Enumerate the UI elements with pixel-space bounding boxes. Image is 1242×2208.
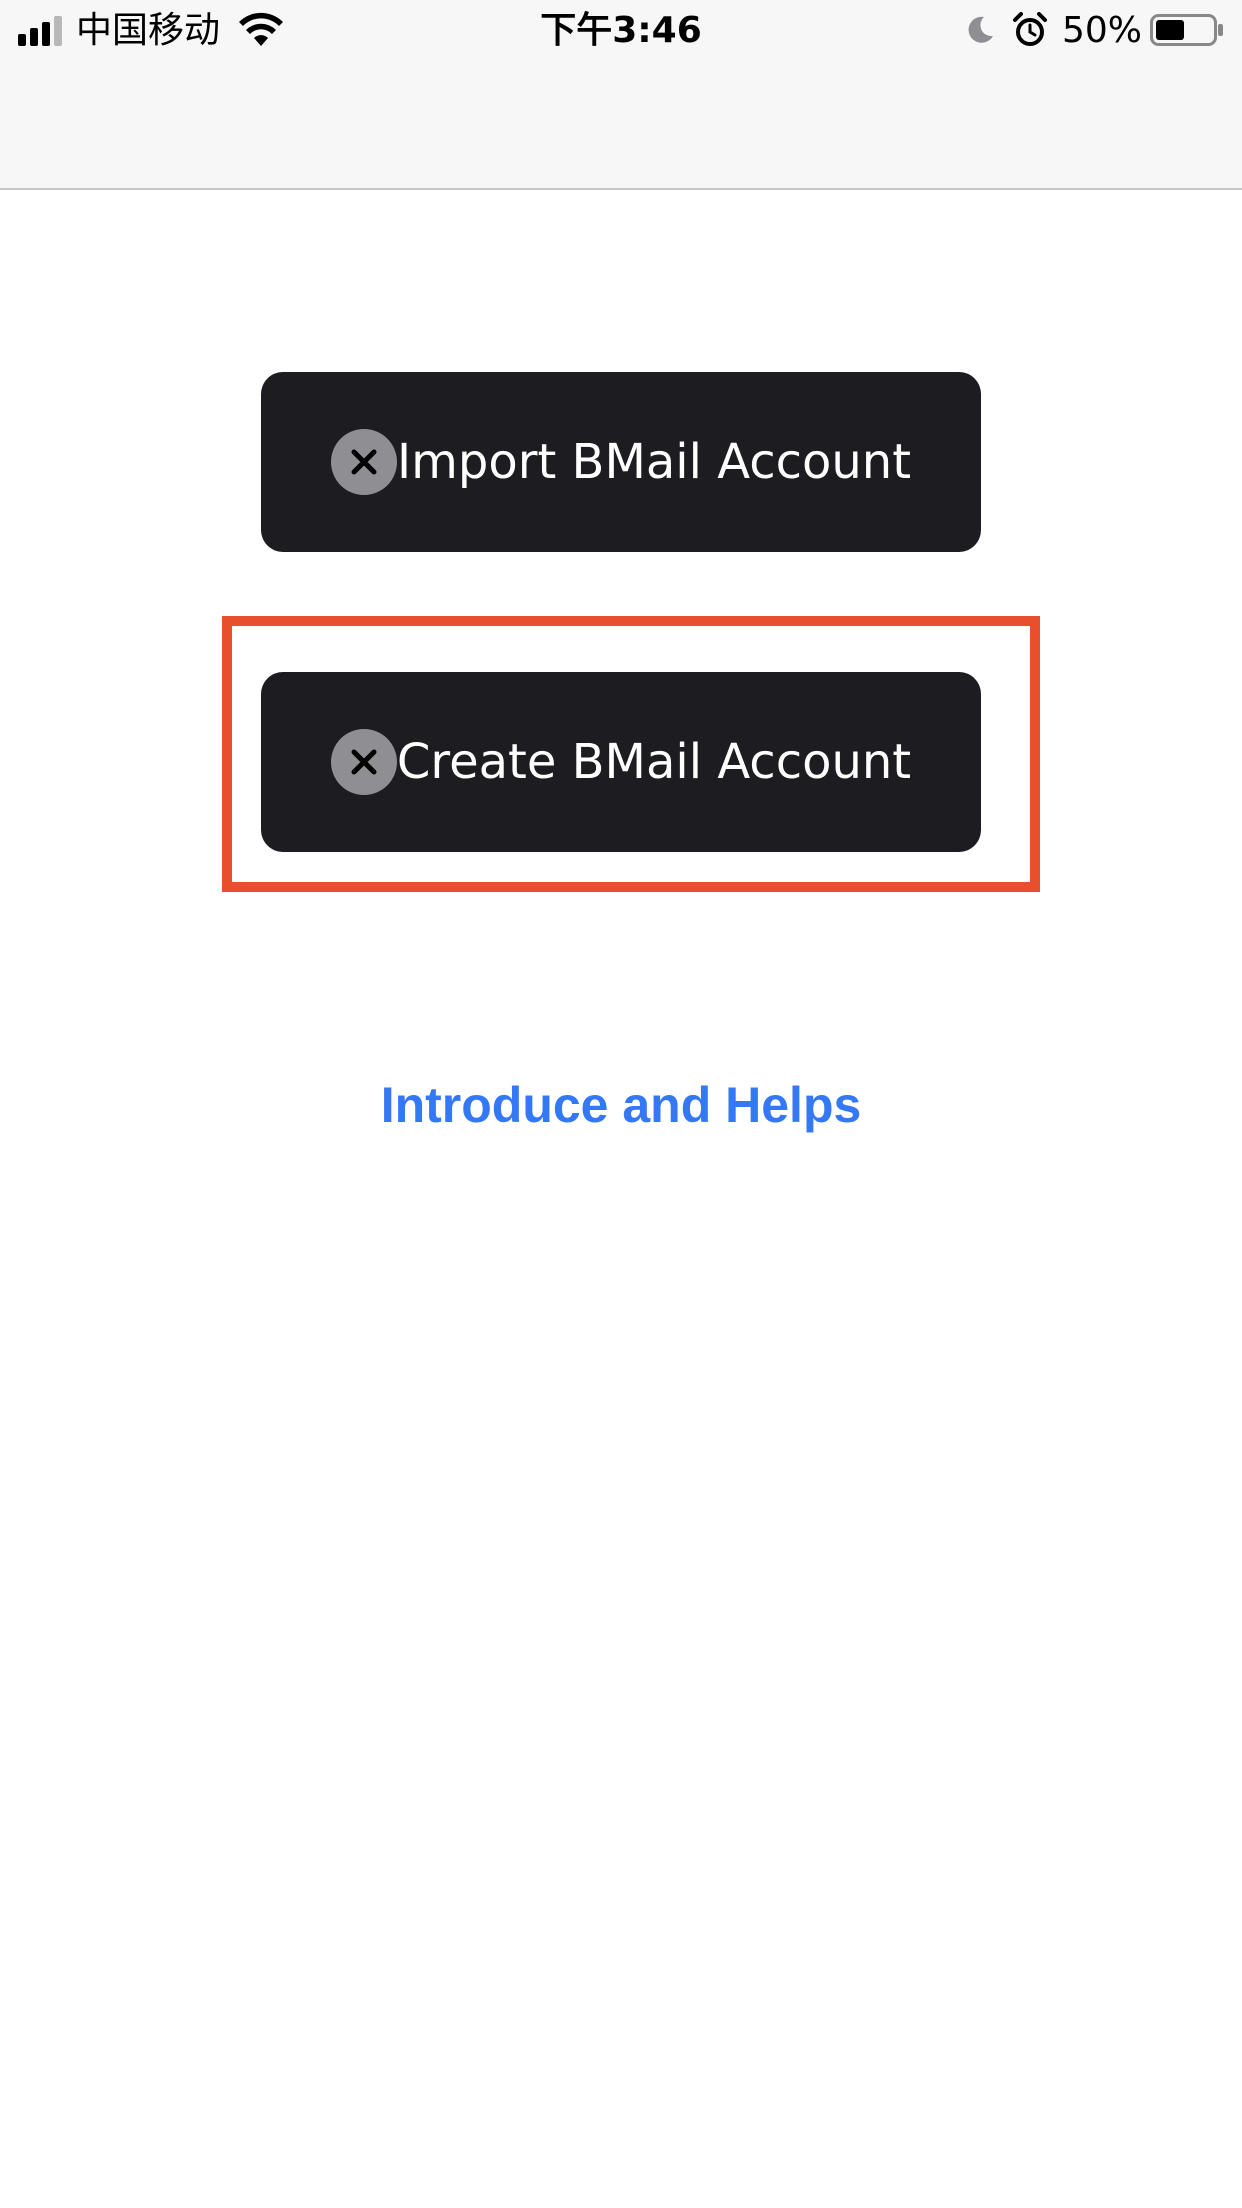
screen: 中国移动 下午3:46 50% Import BMail Account Cre… xyxy=(0,0,1242,2208)
import-bmail-account-button[interactable]: Import BMail Account xyxy=(261,372,981,552)
moon-icon xyxy=(968,16,993,43)
import-button-label: Import BMail Account xyxy=(396,434,912,490)
status-time: 下午3:46 xyxy=(540,10,702,51)
create-button-content: Create BMail Account xyxy=(330,729,912,795)
close-circle-icon xyxy=(330,429,397,495)
create-bmail-account-button[interactable]: Create BMail Account xyxy=(261,672,981,852)
introduce-and-helps-link[interactable]: Introduce and Helps xyxy=(0,1072,1242,1138)
battery-icon xyxy=(1150,14,1223,46)
import-button-content: Import BMail Account xyxy=(330,429,912,495)
status-bar: 中国移动 下午3:46 50% xyxy=(0,0,1242,64)
top-navigation-bar: 中国移动 下午3:46 50% xyxy=(0,0,1242,190)
battery-percent: 50% xyxy=(1062,10,1143,51)
create-button-label: Create BMail Account xyxy=(396,734,912,790)
close-circle-icon xyxy=(330,729,397,795)
alarm-icon xyxy=(1013,12,1047,46)
